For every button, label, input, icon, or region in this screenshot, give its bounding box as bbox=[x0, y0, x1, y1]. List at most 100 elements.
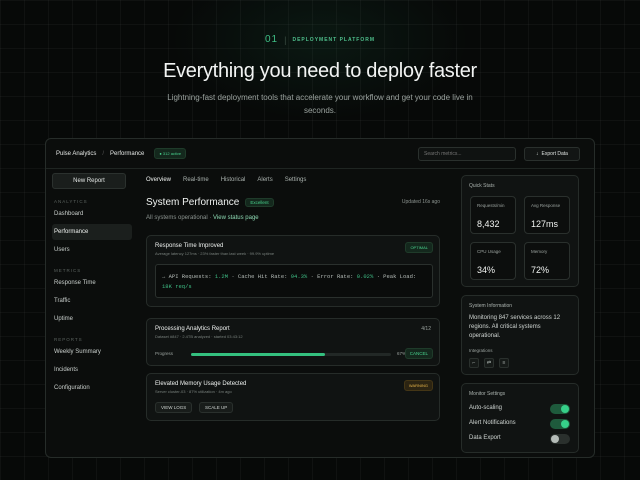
metrics-console: → API Requests: 1.2M · Cache Hit Rate: 9… bbox=[155, 264, 433, 298]
hero-eyebrow: 01 | DEPLOYMENT PLATFORM bbox=[0, 34, 640, 45]
sidebar-item-weekly-summary[interactable]: Weekly Summary bbox=[52, 344, 132, 360]
sidebar-item-performance[interactable]: Performance bbox=[52, 224, 132, 240]
integration-icon[interactable]: ⇄ bbox=[484, 358, 494, 368]
tab-real-time[interactable]: Real-time bbox=[183, 177, 209, 183]
stat-memory: Memory 72% bbox=[524, 242, 570, 280]
console-text: → API Requests: bbox=[162, 273, 215, 280]
setting-label-data-export: Data Export bbox=[469, 435, 501, 441]
eyebrow-label: DEPLOYMENT PLATFORM bbox=[292, 36, 375, 43]
tab-historical[interactable]: Historical bbox=[221, 177, 246, 183]
integration-icon[interactable]: ⌐ bbox=[469, 358, 479, 368]
stat-value: 8,432 bbox=[477, 219, 500, 229]
stat-value: 72% bbox=[531, 265, 550, 275]
hero-subtitle: Lightning-fast deployment tools that acc… bbox=[167, 93, 473, 115]
sidebar-item-incidents[interactable]: Incidents bbox=[52, 362, 132, 378]
main-content: Overview Real-time Historical Alerts Set… bbox=[146, 173, 446, 453]
stat-label: Memory bbox=[531, 249, 548, 254]
setting-label-alert-notifications: Alert Notifications bbox=[469, 420, 516, 426]
status-badge: Excellent bbox=[245, 198, 274, 207]
hero-headline: Everything you need to deploy faster bbox=[163, 60, 477, 82]
stat-value: 127ms bbox=[531, 219, 559, 229]
step-counter: 4/12 bbox=[421, 326, 431, 332]
breadcrumb-separator: / bbox=[102, 150, 105, 157]
panel-title: System Information bbox=[469, 303, 513, 309]
sidebar-item-uptime[interactable]: Uptime bbox=[52, 311, 132, 327]
toggle-knob bbox=[561, 420, 569, 428]
tab-bar: Overview Real-time Historical Alerts Set… bbox=[146, 173, 446, 187]
system-info-panel: System Information Monitoring 847 servic… bbox=[461, 295, 579, 375]
warning-badge: WARNING bbox=[403, 380, 433, 391]
card-title: Elevated Memory Usage Detected bbox=[155, 381, 247, 387]
sidebar-item-dashboard[interactable]: Dashboard bbox=[52, 206, 132, 222]
toggle-alert-notifications[interactable] bbox=[550, 419, 570, 429]
progress-bar bbox=[191, 353, 391, 356]
panel-title: Monitor Settings bbox=[469, 391, 506, 397]
eyebrow-separator: | bbox=[284, 34, 287, 45]
breadcrumb: Pulse Analytics / Performance ● 312 acti… bbox=[56, 148, 187, 159]
sidebar-section-reports: REPORTS bbox=[54, 337, 83, 342]
error-rate-value: 0.02% bbox=[356, 273, 374, 280]
card-meta: Average latency 127ms · 23% faster than … bbox=[155, 251, 275, 256]
tab-overview[interactable]: Overview bbox=[146, 177, 171, 183]
integrations-label: Integrations bbox=[469, 348, 493, 353]
view-logs-button[interactable]: VIEW LOGS bbox=[155, 402, 193, 413]
stat-label: CPU Usage bbox=[477, 249, 501, 254]
updated-timestamp: Updated 16s ago bbox=[401, 199, 440, 205]
section-number: 01 bbox=[265, 34, 279, 45]
cache-hit-value: 94.3% bbox=[290, 273, 308, 280]
scale-up-button[interactable]: SCALE UP bbox=[199, 402, 234, 413]
monitor-settings-panel: Monitor Settings Auto-scaling Alert Noti… bbox=[461, 383, 579, 453]
quick-stats-panel: Quick Stats Requests/min 8,432 Avg Respo… bbox=[461, 175, 579, 287]
export-button[interactable]: ↓ Export Data bbox=[524, 147, 580, 161]
toggle-knob bbox=[561, 405, 569, 413]
stat-cpu: CPU Usage 34% bbox=[470, 242, 516, 280]
stat-value: 34% bbox=[477, 265, 496, 275]
setting-label-auto-scaling: Auto-scaling bbox=[469, 405, 503, 411]
status-text: All systems operational · bbox=[146, 215, 212, 221]
processing-card: Processing Analytics Report Dataset #847… bbox=[146, 318, 440, 366]
toggle-data-export[interactable] bbox=[550, 434, 570, 444]
search-input[interactable] bbox=[418, 147, 516, 161]
response-time-card: Response Time Improved Average latency 1… bbox=[146, 235, 440, 307]
toggle-auto-scaling[interactable] bbox=[550, 404, 570, 414]
peak-load-value: 18K req/s bbox=[162, 283, 192, 290]
sidebar-section-metrics: METRICS bbox=[54, 268, 82, 273]
tab-alerts[interactable]: Alerts bbox=[257, 177, 272, 183]
status-page-link[interactable]: View status page bbox=[213, 215, 259, 221]
card-title: Response Time Improved bbox=[155, 243, 224, 249]
card-meta: Dataset #847 · 2.4TB analyzed · started … bbox=[155, 334, 243, 339]
optimal-badge: OPTIMAL bbox=[405, 242, 433, 253]
api-requests-value: 1.2M bbox=[214, 273, 229, 280]
sidebar-item-configuration[interactable]: Configuration bbox=[52, 380, 132, 396]
live-badge: ● 312 active bbox=[154, 148, 187, 159]
sidebar-item-users[interactable]: Users bbox=[52, 242, 132, 258]
sidebar: New Report ANALYTICS Dashboard Performan… bbox=[52, 173, 132, 453]
card-title: Processing Analytics Report bbox=[155, 326, 230, 332]
status-line: All systems operational · View status pa… bbox=[146, 215, 259, 221]
toggle-knob bbox=[551, 435, 559, 443]
panel-title: Quick Stats bbox=[469, 183, 495, 189]
tab-settings[interactable]: Settings bbox=[285, 177, 307, 183]
top-bar: Pulse Analytics / Performance ● 312 acti… bbox=[46, 139, 594, 169]
page-title: System Performance Excellent bbox=[146, 197, 274, 208]
console-text: · Peak Load: bbox=[373, 273, 417, 280]
export-label: Export Data bbox=[541, 151, 568, 157]
breadcrumb-current: Performance bbox=[110, 150, 145, 157]
new-report-button[interactable]: New Report bbox=[52, 173, 126, 189]
progress-fill bbox=[191, 353, 325, 356]
stat-label: Avg Response bbox=[531, 203, 561, 208]
cancel-button[interactable]: CANCEL bbox=[404, 348, 433, 359]
integration-icon[interactable]: ≡ bbox=[499, 358, 509, 368]
app-window: Pulse Analytics / Performance ● 312 acti… bbox=[45, 138, 595, 458]
console-text: · Cache Hit Rate: bbox=[228, 273, 291, 280]
breadcrumb-root[interactable]: Pulse Analytics bbox=[56, 151, 96, 157]
download-icon: ↓ bbox=[536, 151, 539, 157]
progress-label: Progress bbox=[155, 351, 174, 356]
card-meta: Server cluster-03 · 87% utilization · 4m… bbox=[155, 389, 232, 394]
sidebar-item-traffic[interactable]: Traffic bbox=[52, 293, 132, 309]
stat-requests: Requests/min 8,432 bbox=[470, 196, 516, 234]
sidebar-item-response-time[interactable]: Response Time bbox=[52, 275, 132, 291]
system-info-text: Monitoring 847 services across 12 region… bbox=[469, 315, 561, 339]
console-text: · Error Rate: bbox=[307, 273, 357, 280]
memory-alert-card: Elevated Memory Usage Detected Server cl… bbox=[146, 373, 440, 421]
